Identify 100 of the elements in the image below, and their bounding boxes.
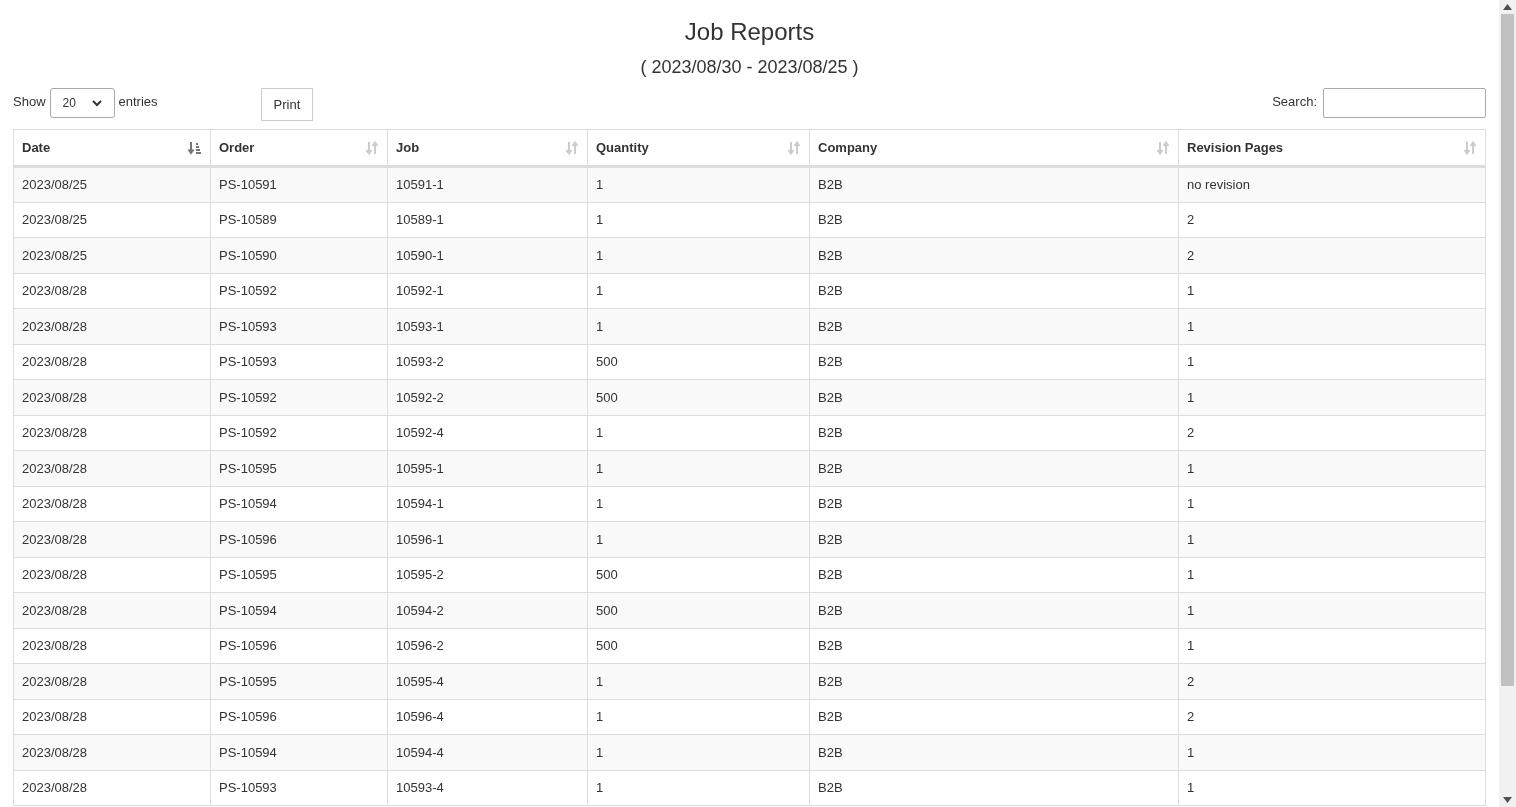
table-cell: 10596-1 (387, 521, 588, 557)
table-cell: 1 (587, 734, 810, 770)
table-cell: 10596-4 (387, 699, 588, 735)
table-cell: 500 (587, 628, 810, 664)
table-cell: 2023/08/28 (13, 273, 211, 309)
sort-icon[interactable] (565, 140, 579, 155)
table-cell: PS-10590 (210, 237, 388, 273)
table-cell: 1 (1178, 628, 1486, 664)
table-cell: PS-10591 (210, 166, 388, 202)
entries-select[interactable]: 20 (49, 88, 115, 118)
table-cell: 2023/08/28 (13, 699, 211, 735)
table-cell: 1 (587, 663, 810, 699)
table-cell: 10592-2 (387, 379, 588, 415)
table-cell: 2023/08/28 (13, 628, 211, 664)
table-cell: 2023/08/28 (13, 486, 211, 522)
table-cell: 1 (587, 308, 810, 344)
table-cell: 10594-1 (387, 486, 588, 522)
table-cell: B2B (809, 699, 1179, 735)
sort-icon[interactable] (787, 140, 801, 155)
table-cell: PS-10593 (210, 308, 388, 344)
table-cell: 1 (587, 202, 810, 238)
table-cell: B2B (809, 308, 1179, 344)
table-cell: 2023/08/28 (13, 415, 211, 451)
table-cell: 2023/08/28 (13, 557, 211, 593)
table-cell: 2 (1178, 415, 1486, 451)
table-cell: 1 (1178, 450, 1486, 486)
table-cell: PS-10594 (210, 592, 388, 628)
table-cell: PS-10593 (210, 344, 388, 380)
search-field[interactable] (1323, 88, 1486, 118)
table-cell: 1 (1178, 308, 1486, 344)
table-cell: 10593-1 (387, 308, 588, 344)
table-cell: 1 (1178, 273, 1486, 309)
table-cell: 1 (1178, 379, 1486, 415)
table-cell: PS-10594 (210, 734, 388, 770)
table-cell: 10590-1 (387, 237, 588, 273)
table-cell: 1 (587, 486, 810, 522)
table-cell: B2B (809, 202, 1179, 238)
table-cell: 1 (587, 699, 810, 735)
table-cell: 1 (587, 770, 810, 806)
table-cell: PS-10596 (210, 521, 388, 557)
chevron-down-icon (91, 99, 102, 107)
table-cell: 1 (1178, 521, 1486, 557)
date-range: ( 2023/08/30 - 2023/08/25 ) (639, 56, 860, 79)
table-cell: 2 (1178, 237, 1486, 273)
table-cell: B2B (809, 273, 1179, 309)
table-cell: B2B (809, 521, 1179, 557)
table-cell: B2B (809, 557, 1179, 593)
scroll-up-icon[interactable] (1503, 4, 1512, 10)
sort-icon[interactable] (1156, 140, 1170, 155)
table-cell: 10594-2 (387, 592, 588, 628)
scroll-down-icon[interactable] (1503, 797, 1512, 803)
show-label: Show (13, 93, 46, 111)
search-label: Search: (1272, 93, 1317, 111)
table-cell: 1 (587, 521, 810, 557)
table-cell: 2023/08/28 (13, 521, 211, 557)
table-cell: 10594-4 (387, 734, 588, 770)
table-cell: 1 (587, 237, 810, 273)
table-cell: 10591-1 (387, 166, 588, 202)
table-cell: 2023/08/28 (13, 450, 211, 486)
table-cell: B2B (809, 486, 1179, 522)
sort-icon[interactable] (1463, 140, 1477, 155)
table-cell: 2 (1178, 663, 1486, 699)
print-button[interactable]: Print (260, 88, 314, 121)
table-cell: 1 (587, 450, 810, 486)
table-cell: 10593-2 (387, 344, 588, 380)
table-cell: 1 (587, 273, 810, 309)
table-cell: PS-10593 (210, 770, 388, 806)
table-cell: 10592-4 (387, 415, 588, 451)
table-cell: B2B (809, 237, 1179, 273)
table-cell: B2B (809, 166, 1179, 202)
table-cell: B2B (809, 770, 1179, 806)
table-cell: B2B (809, 592, 1179, 628)
entries-label: entries (118, 93, 158, 111)
table-cell: 10595-4 (387, 663, 588, 699)
table-cell: B2B (809, 663, 1179, 699)
table-cell: PS-10592 (210, 415, 388, 451)
table-cell: 1 (587, 415, 810, 451)
table-cell: 10595-1 (387, 450, 588, 486)
table-cell: 500 (587, 379, 810, 415)
scrollbar-thumb[interactable] (1501, 14, 1514, 686)
table-cell: 2023/08/28 (13, 308, 211, 344)
table-cell: 10596-2 (387, 628, 588, 664)
table-cell: 2 (1178, 699, 1486, 735)
table-cell: 10595-2 (387, 557, 588, 593)
table-cell: 1 (1178, 557, 1486, 593)
table-cell: B2B (809, 415, 1179, 451)
table-cell: 1 (1178, 486, 1486, 522)
table-cell: 1 (1178, 592, 1486, 628)
table-cell: 500 (587, 592, 810, 628)
table-cell: B2B (809, 628, 1179, 664)
table-cell: PS-10595 (210, 450, 388, 486)
table-cell: PS-10592 (210, 273, 388, 309)
table-cell: no revision (1178, 166, 1486, 202)
page-title: Job Reports (683, 17, 816, 47)
table-cell: 500 (587, 557, 810, 593)
table-cell: 2023/08/28 (13, 592, 211, 628)
sort-icon[interactable] (365, 140, 379, 155)
table-cell: PS-10595 (210, 663, 388, 699)
table-cell: 2023/08/25 (13, 202, 211, 238)
sort-ascending-icon[interactable] (188, 140, 202, 155)
